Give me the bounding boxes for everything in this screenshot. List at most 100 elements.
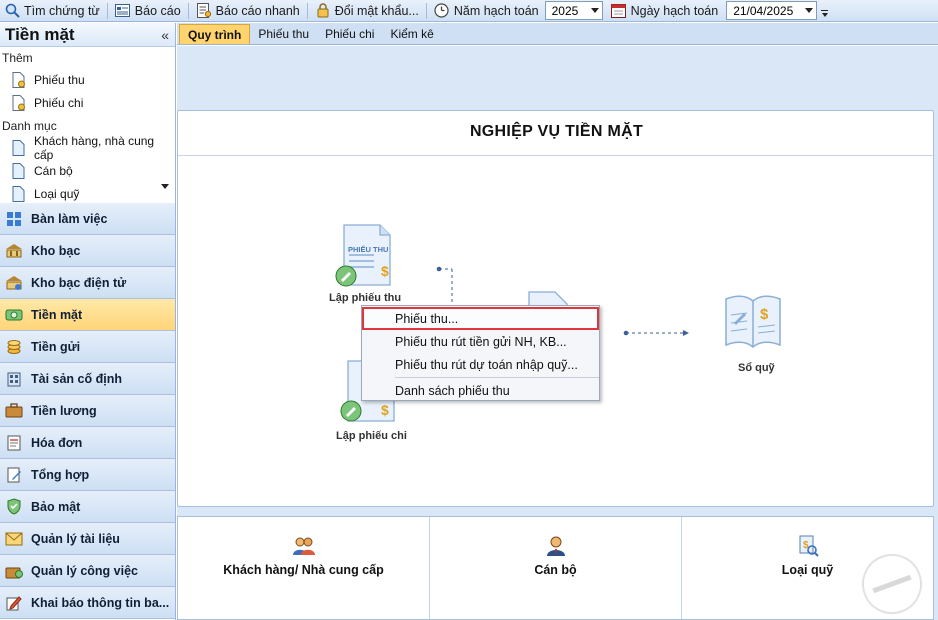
chevron-down-icon	[805, 8, 814, 13]
cash-icon	[5, 306, 23, 324]
top-toolbar: Tìm chứng từ Báo cáo Báo cáo nhanh Đổi m…	[0, 0, 938, 22]
nav-item-label: Hóa đơn	[31, 435, 83, 450]
nav-item-label: Bàn làm việc	[31, 211, 108, 226]
quick-action-list: Thêm Phiếu thu Phiếu chi Danh mục Khách …	[0, 47, 175, 203]
nav-item-deposit[interactable]: Tiền gửi	[0, 331, 175, 363]
menu-item-new-receipt[interactable]: Phiếu thu...	[362, 307, 599, 330]
posting-date-label: Ngày hạch toán	[607, 0, 723, 22]
menu-item-receipt-bank-withdrawal[interactable]: Phiếu thu rút tiền gửi NH, KB...	[362, 330, 599, 353]
nav-item-fixed-assets[interactable]: Tài sản cố định	[0, 363, 175, 395]
nav-item-e-treasury[interactable]: Kho bạc điện tử	[0, 267, 175, 299]
tab-process[interactable]: Quy trình	[179, 24, 251, 44]
shield-icon	[5, 498, 23, 516]
cash-ledger-node[interactable]: $	[722, 293, 784, 353]
svg-text:$: $	[760, 306, 769, 323]
report-button[interactable]: Báo cáo	[111, 0, 185, 22]
tab-payments[interactable]: Phiếu chi	[317, 24, 382, 44]
fiscal-year-label: Năm hạch toán	[430, 0, 543, 22]
quick-report-label: Báo cáo nhanh	[215, 3, 300, 18]
posting-date-text: Ngày hạch toán	[630, 3, 719, 18]
nav-item-label: Tổng hợp	[31, 467, 90, 482]
grid-icon	[5, 210, 23, 228]
receipt-context-menu: Phiếu thu... Phiếu thu rút tiền gửi NH, …	[361, 305, 600, 401]
fiscal-year-text: Năm hạch toán	[453, 3, 539, 18]
chevron-down-icon	[590, 8, 599, 13]
shortcut-staff[interactable]: Cán bộ	[430, 517, 682, 619]
fiscal-year-select[interactable]: 2025	[544, 1, 603, 20]
document-icon	[12, 139, 26, 156]
nav-item-documents[interactable]: Quản lý tài liệu	[0, 523, 175, 555]
menu-item-receipt-budget-withdrawal[interactable]: Phiếu thu rút dự toán nhập quỹ...	[362, 353, 599, 376]
shortcut-customers[interactable]: Khách hàng/ Nhà cung cấp	[178, 517, 430, 619]
tab-inventory[interactable]: Kiểm kê	[382, 24, 441, 44]
nav-item-label: Tiền lương	[31, 403, 97, 418]
module-nav: Bàn làm việc Kho bạc Kho bạc điện tử Tiề…	[0, 203, 175, 619]
collapse-panel-button[interactable]: «	[161, 27, 169, 43]
invoice-icon	[5, 434, 23, 452]
briefcase-icon	[5, 402, 23, 420]
left-panel-title: Tiền mặt	[5, 24, 75, 44]
edit-pencil-icon	[5, 594, 23, 612]
menu-divider	[395, 377, 599, 378]
nav-item-treasury[interactable]: Kho bạc	[0, 235, 175, 267]
nav-item-label: Tài sản cố định	[31, 371, 122, 386]
report-label: Báo cáo	[134, 3, 181, 18]
building-icon	[5, 370, 23, 388]
add-receipt-label: Phiếu thu	[34, 72, 85, 87]
toolbar-divider	[187, 2, 189, 19]
nav-item-declaration[interactable]: Khai báo thông tin ba...	[0, 587, 175, 619]
posting-date-field[interactable]: 21/04/2025	[726, 1, 818, 20]
nav-item-label: Tiền gửi	[31, 339, 81, 354]
add-receipt-link[interactable]: Phiếu thu	[0, 68, 175, 91]
bank-icon	[5, 274, 23, 292]
document-icon	[12, 185, 26, 202]
nav-item-desktop[interactable]: Bàn làm việc	[0, 203, 175, 235]
quick-report-button[interactable]: Báo cáo nhanh	[192, 0, 304, 22]
shortcut-staff-label: Cán bộ	[534, 563, 577, 577]
quick-report-icon	[196, 3, 212, 19]
nav-item-label: Bảo mật	[31, 499, 81, 514]
nav-item-cash[interactable]: Tiền mặt	[0, 299, 175, 331]
tab-bar: Quy trình Phiếu thu Phiếu chi Kiểm kê	[177, 23, 938, 45]
catalog-customer-label: Khách hàng, nhà cung cấp	[34, 133, 155, 162]
posting-date-value: 21/04/2025	[733, 3, 794, 18]
document-icon	[12, 162, 26, 179]
add-payment-link[interactable]: Phiếu chi	[0, 91, 175, 114]
search-voucher-button[interactable]: Tìm chứng từ	[0, 0, 104, 22]
toolbar-divider	[106, 2, 108, 19]
task-briefcase-icon	[5, 562, 23, 580]
user-icon	[545, 535, 567, 557]
clock-icon	[434, 3, 450, 19]
lock-icon	[315, 3, 331, 19]
bank-icon	[5, 242, 23, 260]
menu-item-receipt-list[interactable]: Danh sách phiếu thu	[362, 379, 599, 402]
change-password-label: Đổi mật khẩu...	[334, 3, 419, 18]
chevron-down-icon	[821, 13, 828, 17]
shortcut-bar: Khách hàng/ Nhà cung cấp Cán bộ $ Loại q…	[177, 516, 934, 620]
nav-item-security[interactable]: Bảo mật	[0, 491, 175, 523]
calendar-icon	[611, 3, 627, 19]
search-voucher-label: Tìm chứng từ	[24, 3, 100, 18]
shortcut-customers-label: Khách hàng/ Nhà cung cấp	[223, 563, 384, 577]
change-password-button[interactable]: Đổi mật khẩu...	[311, 0, 423, 22]
toolbar-overflow-button[interactable]	[821, 0, 829, 22]
nav-item-summary[interactable]: Tổng hợp	[0, 459, 175, 491]
scroll-down-icon[interactable]	[161, 184, 169, 189]
nav-item-salary[interactable]: Tiền lương	[0, 395, 175, 427]
nav-item-tasks[interactable]: Quản lý công việc	[0, 555, 175, 587]
catalog-customer-link[interactable]: Khách hàng, nhà cung cấp	[0, 133, 175, 162]
nav-item-label: Kho bạc điện tử	[31, 275, 127, 290]
catalog-staff-link[interactable]: Cán bộ	[0, 159, 175, 182]
nav-item-label: Tiền mặt	[31, 307, 83, 322]
add-payment-label: Phiếu chi	[34, 95, 84, 110]
search-icon	[4, 3, 20, 19]
nav-item-label: Khai báo thông tin ba...	[31, 595, 170, 610]
tab-receipts[interactable]: Phiếu thu	[250, 24, 317, 44]
catalog-fund-type-link[interactable]: Loại quỹ	[0, 182, 175, 203]
coins-icon	[5, 338, 23, 356]
money-search-icon: $	[797, 535, 819, 557]
nav-item-invoice[interactable]: Hóa đơn	[0, 427, 175, 459]
catalog-staff-label: Cán bộ	[34, 163, 73, 178]
overflow-icon	[821, 10, 829, 11]
edit-document-icon	[5, 466, 23, 484]
